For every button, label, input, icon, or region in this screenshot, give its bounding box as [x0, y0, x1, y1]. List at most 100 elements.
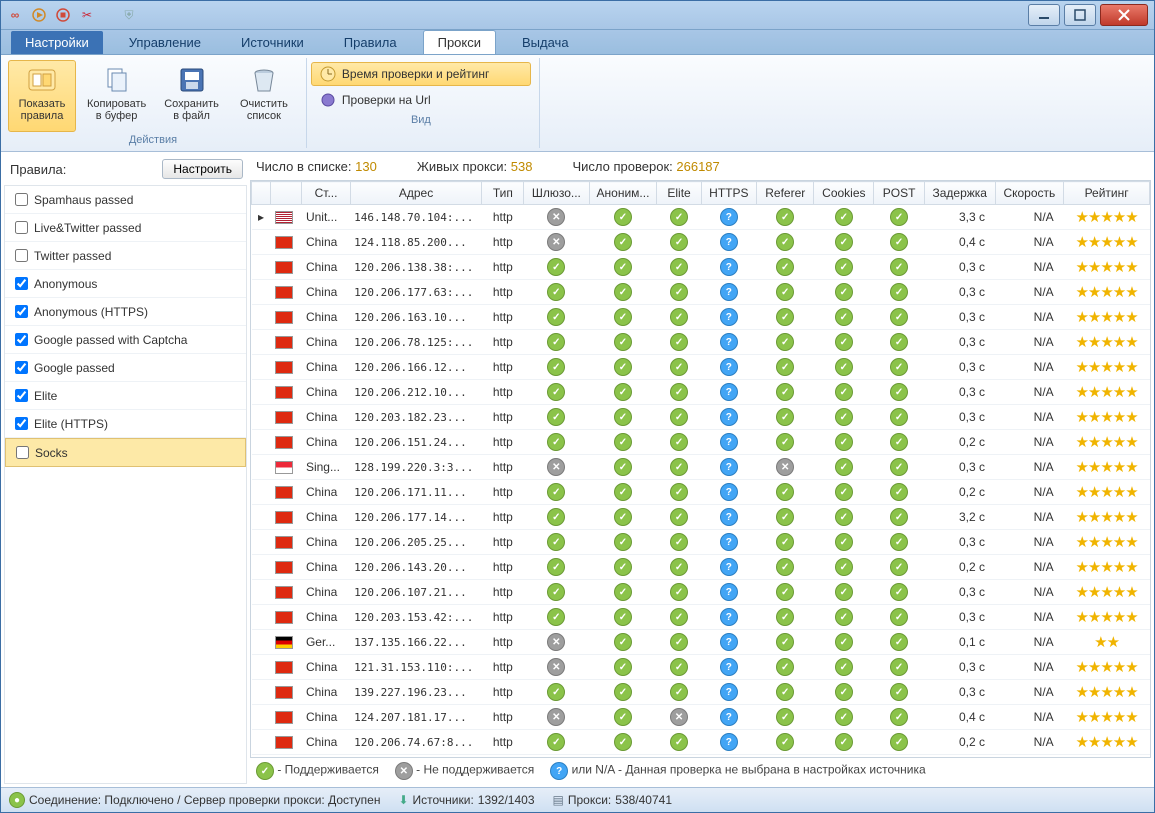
rule-checkbox[interactable]: [16, 446, 29, 459]
table-row[interactable]: China121.31.153.110:...http✕✓✓?✓✓✓0,3 cN…: [252, 655, 1150, 680]
col-header[interactable]: Шлюзо...: [524, 182, 589, 205]
show-rules-button[interactable]: Показатьправила: [8, 60, 76, 132]
ok-icon: ✓: [835, 258, 853, 276]
rule-item[interactable]: Anonymous (HTTPS): [5, 298, 246, 326]
tab-3[interactable]: Правила: [330, 31, 411, 54]
tab-5[interactable]: Выдача: [508, 31, 583, 54]
table-row[interactable]: Ger...137.135.166.22...http✕✓✓?✓✓✓0,1 cN…: [252, 630, 1150, 655]
table-row[interactable]: China120.206.171.11...http✓✓✓?✓✓✓0,2 cN/…: [252, 480, 1150, 505]
table-row[interactable]: China120.206.151.24...http✓✓✓?✓✓✓0,2 cN/…: [252, 430, 1150, 455]
table-row[interactable]: China120.203.182.23...http✓✓✓?✓✓✓0,3 cN/…: [252, 405, 1150, 430]
play-icon[interactable]: [31, 7, 47, 23]
proxy-grid[interactable]: Ст...АдресТипШлюзо...Аноним...EliteHTTPS…: [250, 180, 1151, 758]
table-row[interactable]: China120.206.212.10...http✓✓✓?✓✓✓0,3 cN/…: [252, 380, 1150, 405]
stop-icon[interactable]: [55, 7, 71, 23]
minimize-button[interactable]: [1028, 4, 1060, 26]
ok-icon: ✓: [890, 233, 908, 251]
table-row[interactable]: China139.227.196.23...http✓✓✓?✓✓✓0,3 cN/…: [252, 680, 1150, 705]
rule-checkbox[interactable]: [15, 333, 28, 346]
rule-item[interactable]: Google passed with Captcha: [5, 326, 246, 354]
ok-icon: ✓: [890, 533, 908, 551]
rule-checkbox[interactable]: [15, 361, 28, 374]
rule-item[interactable]: Anonymous: [5, 270, 246, 298]
col-header[interactable]: [252, 182, 271, 205]
table-row[interactable]: China120.206.205.25...http✓✓✓?✓✓✓0,3 cN/…: [252, 530, 1150, 555]
rule-item[interactable]: Socks: [5, 438, 246, 467]
rule-item[interactable]: Elite: [5, 382, 246, 410]
col-header[interactable]: Рейтинг: [1064, 182, 1150, 205]
table-row[interactable]: China120.206.143.20...http✓✓✓?✓✓✓0,2 cN/…: [252, 555, 1150, 580]
rule-item[interactable]: Elite (HTTPS): [5, 410, 246, 438]
ok-icon: ✓: [835, 558, 853, 576]
rule-checkbox[interactable]: [15, 221, 28, 234]
rule-checkbox[interactable]: [15, 417, 28, 430]
table-row[interactable]: China120.206.138.38:...http✓✓✓?✓✓✓0,3 cN…: [252, 255, 1150, 280]
col-header[interactable]: Задержка: [924, 182, 995, 205]
maximize-button[interactable]: [1064, 4, 1096, 26]
table-row[interactable]: China120.203.153.42:...http✓✓✓?✓✓✓0,3 cN…: [252, 605, 1150, 630]
shield-icon[interactable]: ⛨: [121, 7, 137, 23]
rule-item[interactable]: Live&Twitter passed: [5, 214, 246, 242]
configure-button[interactable]: Настроить: [162, 159, 243, 179]
table-row[interactable]: China124.207.181.17...http✕✓✕?✓✓✓0,4 cN/…: [252, 705, 1150, 730]
save-button[interactable]: Сохранитьв файл: [157, 60, 226, 132]
infinity-icon[interactable]: ∞: [7, 7, 23, 23]
col-header[interactable]: Адрес: [350, 182, 482, 205]
close-button[interactable]: [1100, 4, 1148, 26]
table-row[interactable]: China120.206.163.10...http✓✓✓?✓✓✓0,3 cN/…: [252, 305, 1150, 330]
col-header[interactable]: Elite: [657, 182, 701, 205]
time-rating-button[interactable]: Время проверки и рейтинг: [311, 62, 531, 86]
col-header[interactable]: POST: [874, 182, 925, 205]
ok-icon: ✓: [614, 608, 632, 626]
table-row[interactable]: China120.206.177.63:...http✓✓✓?✓✓✓0,3 cN…: [252, 280, 1150, 305]
clear-button[interactable]: Очиститьсписок: [230, 60, 298, 132]
sidebar: Правила: Настроить Spamhaus passedLive&T…: [4, 155, 247, 784]
table-row[interactable]: China120.206.78.125:...http✓✓✓?✓✓✓0,3 cN…: [252, 330, 1150, 355]
ok-icon: ✓: [670, 658, 688, 676]
table-row[interactable]: China124.118.85.200...http✕✓✓?✓✓✓0,4 cN/…: [252, 230, 1150, 255]
rule-checkbox[interactable]: [15, 277, 28, 290]
table-row[interactable]: China120.206.74.67:8...http✓✓✓?✓✓✓0,2 cN…: [252, 730, 1150, 755]
tab-4[interactable]: Прокси: [423, 30, 496, 54]
rule-item[interactable]: Spamhaus passed: [5, 186, 246, 214]
copy-button[interactable]: Копироватьв буфер: [80, 60, 153, 132]
q-icon: ?: [720, 258, 738, 276]
table-row[interactable]: China120.206.177.14...http✓✓✓?✓✓✓3,2 cN/…: [252, 505, 1150, 530]
col-header[interactable]: Ст...: [302, 182, 350, 205]
rules-list[interactable]: Spamhaus passedLive&Twitter passedTwitte…: [4, 185, 247, 784]
table-row[interactable]: China120.206.166.12...http✓✓✓?✓✓✓0,3 cN/…: [252, 355, 1150, 380]
col-header[interactable]: [271, 182, 302, 205]
ok-icon: ✓: [670, 558, 688, 576]
rating-stars: ★★★★★: [1075, 709, 1137, 726]
col-header[interactable]: Referer: [757, 182, 814, 205]
rule-checkbox[interactable]: [15, 249, 28, 262]
table-row[interactable]: Sing...128.199.220.3:3...http✕✓✓?✕✓✓0,3 …: [252, 455, 1150, 480]
tab-1[interactable]: Управление: [115, 31, 215, 54]
ok-icon: ✓: [547, 358, 565, 376]
ok-icon: ✓: [776, 608, 794, 626]
col-header[interactable]: Cookies: [814, 182, 874, 205]
url-checks-button[interactable]: Проверки на Url: [311, 88, 531, 112]
q-icon: ?: [720, 383, 738, 401]
rule-item[interactable]: Twitter passed: [5, 242, 246, 270]
rating-stars: ★★★★★: [1075, 259, 1137, 276]
rule-checkbox[interactable]: [15, 389, 28, 402]
rule-checkbox[interactable]: [15, 193, 28, 206]
tools-icon[interactable]: ✂: [79, 7, 95, 23]
tab-2[interactable]: Источники: [227, 31, 318, 54]
col-header[interactable]: Аноним...: [589, 182, 657, 205]
checks-value: 266187: [676, 159, 719, 174]
q-icon: ?: [720, 483, 738, 501]
rule-item[interactable]: Google passed: [5, 354, 246, 382]
table-row[interactable]: China120.206.107.21...http✓✓✓?✓✓✓0,3 cN/…: [252, 580, 1150, 605]
col-header[interactable]: HTTPS: [701, 182, 756, 205]
q-icon: ?: [720, 408, 738, 426]
rule-checkbox[interactable]: [15, 305, 28, 318]
rating-stars: ★★★★★: [1075, 284, 1137, 301]
table-row[interactable]: ▸Unit...146.148.70.104:...http✕✓✓?✓✓✓3,3…: [252, 205, 1150, 230]
tab-0[interactable]: Настройки: [11, 31, 103, 54]
ok-icon: ✓: [776, 683, 794, 701]
col-header[interactable]: Тип: [482, 182, 524, 205]
ok-icon: ✓: [835, 433, 853, 451]
col-header[interactable]: Скорость: [995, 182, 1064, 205]
